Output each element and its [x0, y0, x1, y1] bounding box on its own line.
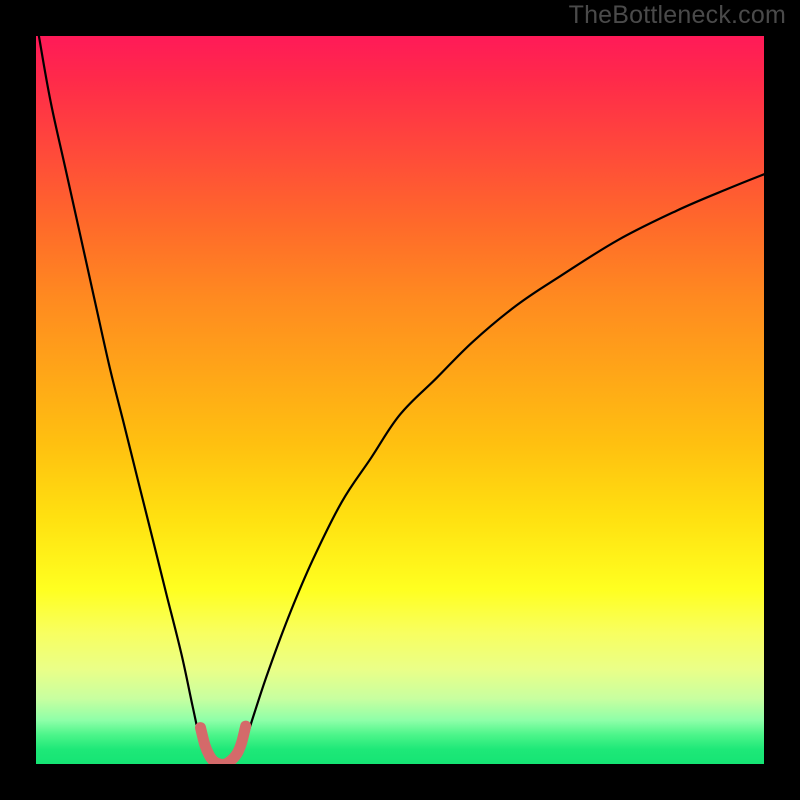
curve-layer — [36, 36, 764, 764]
plot-area — [36, 36, 764, 764]
watermark-text: TheBottleneck.com — [569, 1, 786, 30]
curve-left-branch — [39, 36, 206, 755]
curve-right-branch — [241, 174, 764, 754]
curve-trough-marker — [201, 726, 246, 764]
chart-frame: TheBottleneck.com — [0, 0, 800, 800]
